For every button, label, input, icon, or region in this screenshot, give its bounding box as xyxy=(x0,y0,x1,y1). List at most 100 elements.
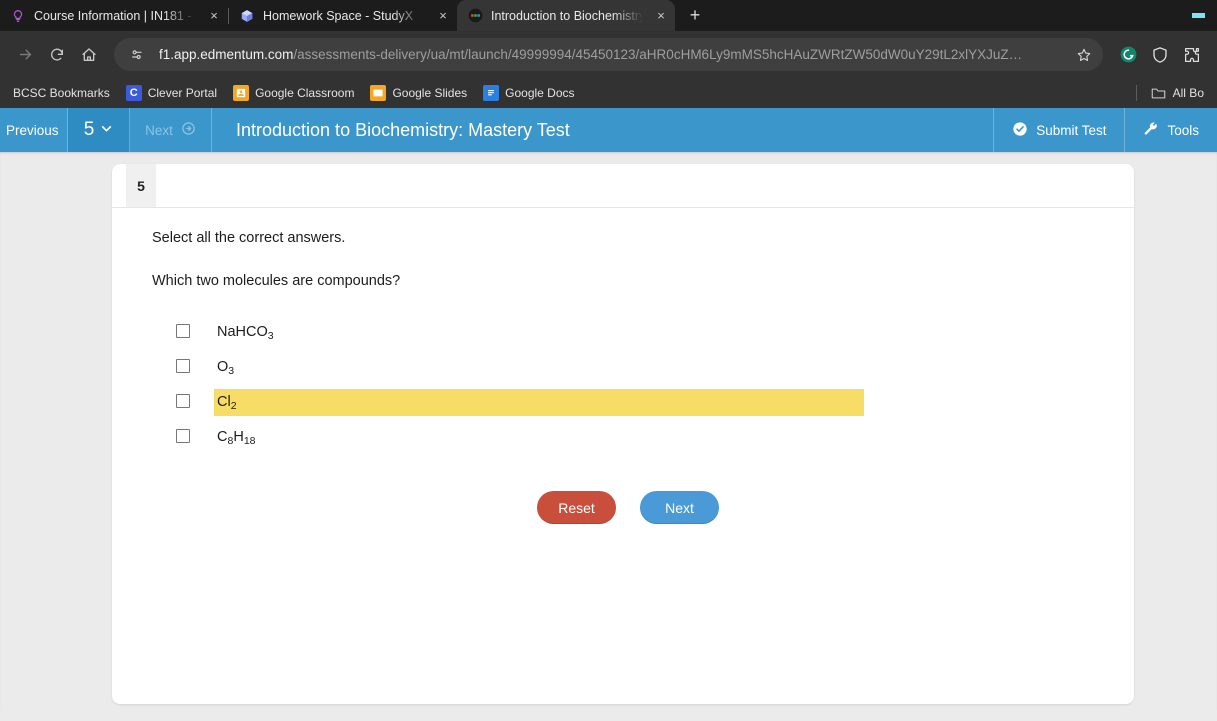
bookmark-label: BCSC Bookmarks xyxy=(13,86,110,100)
close-icon[interactable]: × xyxy=(204,6,224,26)
bookmarks-bar: BCSC Bookmarks C Clever Portal Google Cl… xyxy=(0,78,1217,108)
question-prompt: Which two molecules are compounds? xyxy=(152,273,401,289)
formula-base: NaHCO xyxy=(217,324,268,340)
wrench-icon xyxy=(1143,121,1159,140)
answer-choice-2[interactable]: Cl2 xyxy=(152,389,1094,424)
formula-subscript: 2 xyxy=(230,400,237,412)
adblock-shield-extension-icon[interactable] xyxy=(1145,40,1175,70)
answer-choice-3[interactable]: C8H18 xyxy=(152,424,1094,459)
formula-base: O xyxy=(217,359,229,375)
checkbox-wrap-1 xyxy=(152,354,214,373)
bookmark-clever-portal[interactable]: C Clever Portal xyxy=(119,82,224,104)
question-card: 5 Select all the correct answers. Which … xyxy=(112,164,1134,704)
formula-base: C xyxy=(217,429,228,445)
question-number-header: 5 xyxy=(112,164,1134,208)
grammarly-extension-icon[interactable] xyxy=(1113,40,1143,70)
next-question-button[interactable]: Next xyxy=(130,108,212,152)
browser-tab-2-title: Homework Space - StudyX xyxy=(263,8,414,23)
previous-question-button[interactable]: Previous xyxy=(0,108,68,152)
question-number-value: 5 xyxy=(83,119,95,140)
answer-choice-label-3: C8H18 xyxy=(214,424,259,451)
bookmark-label: All Bo xyxy=(1172,86,1204,100)
reset-button[interactable]: Reset xyxy=(537,491,616,524)
extensions-puzzle-icon[interactable] xyxy=(1177,40,1207,70)
formula-base-2: H xyxy=(233,429,244,445)
question-actions: Reset Next xyxy=(152,491,1094,524)
bookmark-label: Clever Portal xyxy=(147,86,218,100)
reload-icon[interactable] xyxy=(42,40,72,70)
question-instruction: Select all the correct answers. xyxy=(152,230,346,246)
studyx-cube-icon xyxy=(239,8,255,24)
bookmark-all-bookmarks[interactable]: All Bo xyxy=(1144,82,1211,104)
question-body: Select all the correct answers. Which tw… xyxy=(112,208,1134,524)
site-settings-icon[interactable] xyxy=(124,42,150,68)
bookmark-google-slides[interactable]: Google Slides xyxy=(363,82,474,104)
submit-test-label: Submit Test xyxy=(1036,122,1107,138)
question-number-badge: 5 xyxy=(126,164,156,207)
clever-icon: C xyxy=(125,85,142,101)
bookmark-google-classroom[interactable]: Google Classroom xyxy=(226,82,361,104)
answer-choice-label-2: Cl2 xyxy=(214,389,864,416)
assessment-stage: 5 Select all the correct answers. Which … xyxy=(0,152,1217,710)
chevron-down-icon xyxy=(100,119,113,141)
folder-icon xyxy=(1151,85,1167,101)
address-bar-path: /assessments-delivery/ua/mt/launch/49999… xyxy=(293,47,1023,62)
formula-subscript: 8 xyxy=(227,435,234,447)
google-docs-icon xyxy=(483,85,500,101)
close-icon[interactable]: × xyxy=(433,6,453,26)
formula-base: Cl xyxy=(217,394,231,410)
bookmark-label: Google Docs xyxy=(505,86,575,100)
browser-toolbar: f1.app.edmentum.com/assessments-delivery… xyxy=(0,31,1217,78)
checkbox-wrap-2 xyxy=(152,389,214,408)
address-bar-domain: f1.app.edmentum.com xyxy=(159,47,294,62)
new-tab-button[interactable]: + xyxy=(681,1,709,29)
lightbulb-icon xyxy=(10,8,26,24)
answer-choice-label-0: NaHCO3 xyxy=(214,319,277,346)
tab-strip: Course Information | IN181 - Be × Homewo… xyxy=(0,0,1217,31)
browser-tab-3[interactable]: Introduction to Biochemistry: M × xyxy=(457,0,675,31)
close-icon[interactable]: × xyxy=(651,6,671,26)
google-classroom-icon xyxy=(233,85,250,101)
formula-subscript: 3 xyxy=(228,365,235,377)
google-slides-icon xyxy=(370,85,387,101)
browser-tab-1[interactable]: Course Information | IN181 - Be × xyxy=(0,0,228,31)
previous-button-label: Previous xyxy=(6,122,59,138)
checkbox-wrap-0 xyxy=(152,319,214,338)
answer-choice-1[interactable]: O3 xyxy=(152,354,1094,389)
browser-tab-2[interactable]: Homework Space - StudyX × xyxy=(229,0,457,31)
answer-choice-0[interactable]: NaHCO3 xyxy=(152,319,1094,354)
answer-choice-list: NaHCO3 O3 Cl2 C8H18 xyxy=(152,319,1094,459)
submit-test-button[interactable]: Submit Test xyxy=(993,108,1124,152)
bookmark-bcsc-bookmarks[interactable]: BCSC Bookmarks xyxy=(6,83,117,103)
assessment-toolbar-actions: Submit Test Tools xyxy=(993,108,1217,152)
bookmarks-divider xyxy=(1135,85,1137,101)
answer-checkbox-2[interactable] xyxy=(176,394,190,408)
answer-checkbox-3[interactable] xyxy=(176,429,190,443)
browser-window: Course Information | IN181 - Be × Homewo… xyxy=(0,0,1217,721)
home-icon[interactable] xyxy=(74,40,104,70)
address-bar-url: f1.app.edmentum.com/assessments-delivery… xyxy=(159,47,1062,62)
minimize-icon xyxy=(1192,13,1205,18)
answer-checkbox-0[interactable] xyxy=(176,324,190,338)
assessment-title: Introduction to Biochemistry: Mastery Te… xyxy=(236,119,570,140)
check-circle-icon xyxy=(1012,121,1028,140)
formula-subscript: 3 xyxy=(267,330,274,342)
bookmark-label: Google Slides xyxy=(392,86,468,100)
next-button[interactable]: Next xyxy=(640,491,719,524)
star-icon[interactable] xyxy=(1071,42,1097,68)
forward-icon[interactable] xyxy=(10,40,40,70)
address-bar[interactable]: f1.app.edmentum.com/assessments-delivery… xyxy=(114,38,1103,71)
tools-button[interactable]: Tools xyxy=(1124,108,1217,152)
bookmark-google-docs[interactable]: Google Docs xyxy=(476,82,581,104)
browser-tab-3-title: Introduction to Biochemistry: M xyxy=(491,8,643,23)
bookmark-label: Google Classroom xyxy=(255,86,355,100)
edmentum-icon xyxy=(467,8,483,24)
question-number-dropdown[interactable]: 5 xyxy=(68,108,130,152)
answer-choice-label-1: O3 xyxy=(214,354,237,381)
answer-checkbox-1[interactable] xyxy=(176,359,190,373)
checkbox-wrap-3 xyxy=(152,424,214,443)
next-button-label: Next xyxy=(145,122,173,138)
arrow-circle-right-icon xyxy=(181,121,196,139)
window-controls xyxy=(1180,0,1217,31)
minimize-button[interactable] xyxy=(1180,0,1217,31)
